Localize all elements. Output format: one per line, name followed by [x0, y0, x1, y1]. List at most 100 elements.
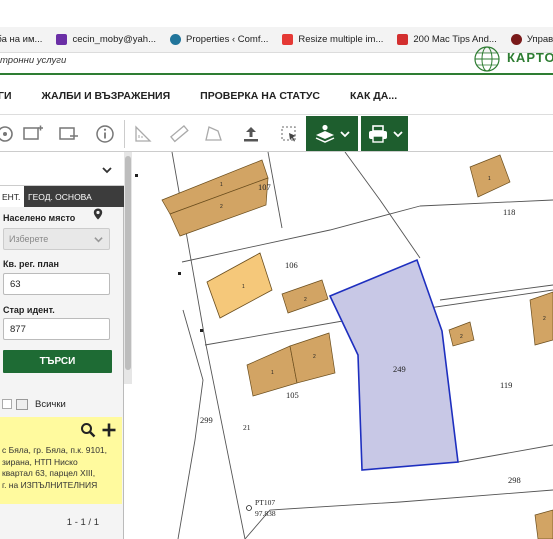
image-resize-icon — [282, 34, 294, 45]
selection-icon — [281, 126, 296, 142]
bookmark-3[interactable]: Properties ‹ Comf... — [170, 34, 268, 45]
location-pin-icon[interactable] — [93, 208, 103, 220]
street-label: 21 — [243, 423, 251, 432]
cadastral-map[interactable]: 107 118 106 249 119 105 299 298 21 РТ107… — [133, 152, 553, 539]
print-icon — [368, 124, 387, 143]
youtube-icon — [397, 34, 409, 45]
site-header: тронни услуги КАРТО — [0, 46, 553, 75]
bookmark-1[interactable]: кба на им... — [0, 34, 42, 45]
ruler-icon — [170, 125, 189, 143]
print-button[interactable] — [361, 116, 408, 151]
old-ident-input[interactable]: 877 — [3, 318, 110, 340]
bookmark-label: 200 Mac Tips And... — [413, 34, 497, 45]
polygon-icon — [205, 126, 222, 141]
survey-point-icon — [246, 505, 252, 511]
measure-area-icon — [135, 125, 152, 142]
point-value: 97.838 — [255, 509, 276, 518]
parcel-label: 298 — [508, 475, 521, 485]
highlighted-building[interactable] — [206, 252, 273, 319]
layers-icon — [315, 124, 335, 143]
upload-button[interactable] — [238, 120, 264, 148]
result-line: квартал 63, парцел XIII, — [2, 468, 96, 478]
parcel-label: 119 — [500, 380, 512, 390]
nav-item-complaints[interactable]: ЖАЛБИ И ВЪЗРАЖЕНИЯ — [42, 90, 171, 102]
nav-item-how-to[interactable]: КАК ДА... — [350, 90, 397, 102]
search-panel: ЕНТ. ГЕОД. ОСНОВА Населено място Изберет… — [0, 152, 124, 539]
result-line: г. на ИЗПЪЛНИТЕЛНИЯ — [2, 479, 98, 490]
globe-icon — [474, 46, 500, 72]
parcel-label: 107 — [258, 182, 271, 192]
parcel-label: 299 — [200, 415, 213, 425]
search-result[interactable]: с Бяла, гр. Бяла, п.к. 9101, зирана, НТП… — [0, 417, 122, 504]
result-line: с Бяла, гр. Бяла, п.к. 9101, — [2, 445, 108, 455]
building-label: 2 — [543, 316, 546, 322]
parcel-label: 249 — [393, 364, 406, 374]
add-icon[interactable] — [101, 422, 117, 438]
nav-item-status-check[interactable]: ПРОВЕРКА НА СТАТУС — [200, 90, 320, 102]
bookmark-label: cecin_moby@yah... — [72, 34, 157, 45]
panel-header[interactable] — [0, 152, 124, 186]
bookmark-label: Управлен — [526, 34, 553, 45]
panel-tabs: ЕНТ. ГЕОД. ОСНОВА — [0, 186, 124, 207]
add-rect-icon — [23, 125, 43, 140]
cad-plan-label: Кв. рег. план — [3, 259, 59, 269]
layers-button[interactable] — [306, 116, 358, 151]
bookmark-label: кба на им... — [0, 34, 43, 45]
parcel-label: 105 — [286, 390, 299, 400]
mail-icon — [56, 34, 68, 45]
bookmark-2[interactable]: cecin_moby@yah... — [56, 34, 156, 45]
polygon-tool-button[interactable] — [200, 120, 226, 148]
tab-geodetic[interactable]: ГЕОД. ОСНОВА — [24, 186, 124, 207]
target-icon — [0, 126, 13, 142]
point-label: РТ107 — [255, 498, 275, 507]
remove-rectangle-button[interactable] — [56, 120, 82, 148]
site-icon — [510, 34, 522, 45]
chevron-down-icon — [102, 167, 112, 174]
checkbox-icon[interactable] — [2, 399, 12, 409]
info-button[interactable] — [92, 120, 118, 148]
building-label: 2 — [460, 334, 463, 340]
remove-rect-icon — [59, 127, 78, 140]
select-all-row[interactable]: Всички — [0, 397, 122, 413]
bookmark-5[interactable]: 200 Mac Tips And... — [397, 34, 497, 45]
cad-plan-input[interactable]: 63 — [3, 273, 110, 295]
nav-item-services[interactable]: ГИ — [0, 90, 12, 102]
building-label: 2 — [220, 204, 223, 210]
bookmark-label: Properties ‹ Comf... — [186, 34, 269, 45]
result-line: зирана, НТП Ниско — [2, 456, 78, 467]
building-label: 1 — [488, 176, 491, 182]
site-subtitle: тронни услуги — [0, 55, 67, 66]
bookmark-label: Resize multiple im... — [298, 34, 384, 45]
tab-ident[interactable]: ЕНТ. — [0, 186, 24, 207]
toolbar-divider — [124, 120, 125, 148]
info-icon — [96, 125, 114, 143]
map-canvas: 107 118 106 249 119 105 299 298 21 РТ107… — [135, 152, 553, 539]
search-zoom-icon[interactable] — [80, 422, 96, 438]
building-label: 1 — [271, 370, 274, 376]
parcel-label: 118 — [503, 207, 515, 217]
cad-plan-value: 63 — [10, 278, 21, 290]
target-tool-button[interactable] — [0, 120, 18, 148]
main-nav: ГИ ЖАЛБИ И ВЪЗРАЖЕНИЯ ПРОВЕРКА НА СТАТУС… — [0, 77, 553, 115]
square-icon — [16, 399, 28, 410]
bookmark-6[interactable]: Управлен — [510, 34, 553, 45]
old-ident-label: Стар идент. — [3, 305, 55, 315]
panel-scrollbar-thumb[interactable] — [125, 156, 131, 370]
search-button[interactable]: ТЪРСИ — [3, 350, 112, 373]
upload-icon — [244, 127, 258, 142]
chevron-down-icon — [94, 237, 103, 243]
add-rectangle-button[interactable] — [20, 120, 46, 148]
building-label: 1 — [242, 284, 245, 290]
settlement-label: Населено място — [3, 213, 76, 223]
select-all-label: Всички — [35, 399, 66, 410]
measure-area-button[interactable] — [130, 120, 156, 148]
settlement-select[interactable]: Изберете — [3, 228, 110, 250]
browser-tabstrip — [0, 0, 553, 27]
settlement-placeholder: Изберете — [9, 234, 49, 244]
logo-text: КАРТО — [507, 50, 553, 65]
selection-button[interactable] — [276, 120, 302, 148]
building-label: 2 — [313, 354, 316, 360]
bookmark-4[interactable]: Resize multiple im... — [282, 34, 383, 45]
measure-distance-button[interactable] — [166, 120, 192, 148]
site-logo[interactable]: КАРТО — [467, 45, 553, 73]
